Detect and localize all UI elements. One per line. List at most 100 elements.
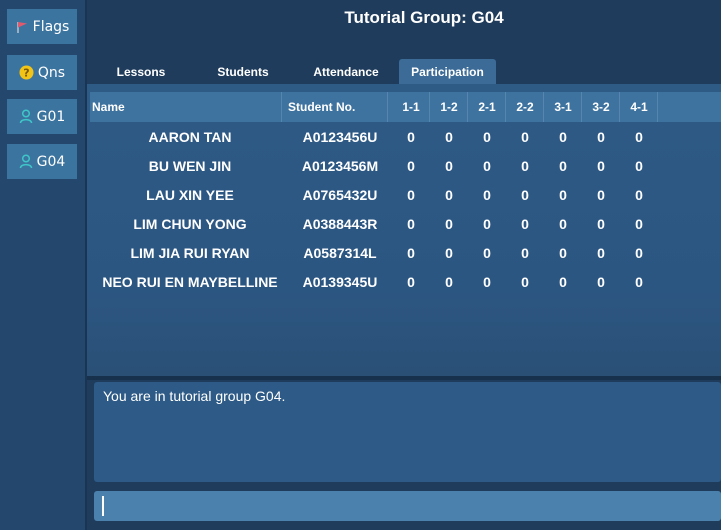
student-number: A0765432U bbox=[302, 186, 378, 203]
score-cell: 0 bbox=[521, 157, 529, 174]
score-cell: 0 bbox=[635, 273, 643, 290]
student-number: A0587314L bbox=[303, 244, 377, 261]
score-cell: 0 bbox=[483, 244, 491, 261]
bottom-panel: You are in tutorial group G04. bbox=[87, 380, 721, 530]
score-cell: 0 bbox=[597, 128, 605, 145]
person-icon bbox=[19, 109, 33, 124]
table-row[interactable]: BU WEN JIN A0123456M 0 0 0 0 0 0 0 bbox=[90, 151, 721, 180]
score-cell: 0 bbox=[559, 128, 567, 145]
tab-attendance[interactable]: Attendance bbox=[297, 59, 395, 84]
student-name: AARON TAN bbox=[148, 128, 232, 145]
tab-lessons[interactable]: Lessons bbox=[97, 59, 185, 84]
score-cell: 0 bbox=[635, 244, 643, 261]
column-separator bbox=[657, 92, 658, 122]
score-cell: 0 bbox=[483, 157, 491, 174]
result-display: You are in tutorial group G04. bbox=[94, 382, 721, 482]
score-cell: 0 bbox=[597, 186, 605, 203]
sidebar-item-label: G04 bbox=[36, 153, 66, 170]
column-header-2-1[interactable]: 2-1 bbox=[468, 92, 506, 122]
score-cell: 0 bbox=[483, 273, 491, 290]
score-cell: 0 bbox=[521, 186, 529, 203]
score-cell: 0 bbox=[521, 244, 529, 261]
column-header-1-1[interactable]: 1-1 bbox=[392, 92, 430, 122]
student-name: BU WEN JIN bbox=[148, 157, 232, 174]
sidebar-item-label: Qns bbox=[37, 64, 66, 81]
column-separator bbox=[281, 92, 282, 122]
student-number: A0123456U bbox=[302, 128, 378, 145]
score-cell: 0 bbox=[445, 244, 453, 261]
text-caret bbox=[102, 496, 104, 516]
score-cell: 0 bbox=[635, 215, 643, 232]
score-cell: 0 bbox=[559, 186, 567, 203]
result-message: You are in tutorial group G04. bbox=[103, 388, 286, 404]
sidebar: Flags ? Qns G01 G04 bbox=[0, 0, 85, 530]
column-header-4-1[interactable]: 4-1 bbox=[620, 92, 658, 122]
score-cell: 0 bbox=[445, 273, 453, 290]
student-name: LIM CHUN YONG bbox=[133, 215, 247, 232]
score-cell: 0 bbox=[559, 157, 567, 174]
sidebar-item-label: G01 bbox=[36, 108, 66, 125]
score-cell: 0 bbox=[445, 128, 453, 145]
sidebar-item-qns[interactable]: ? Qns bbox=[7, 55, 77, 90]
score-cell: 0 bbox=[521, 215, 529, 232]
column-header-name[interactable]: Name bbox=[92, 92, 288, 122]
score-cell: 0 bbox=[559, 273, 567, 290]
svg-text:?: ? bbox=[23, 67, 29, 80]
table-row[interactable]: LIM CHUN YONG A0388443R 0 0 0 0 0 0 0 bbox=[90, 209, 721, 238]
score-cell: 0 bbox=[521, 273, 529, 290]
table-row[interactable]: LAU XIN YEE A0765432U 0 0 0 0 0 0 0 bbox=[90, 180, 721, 209]
score-cell: 0 bbox=[445, 186, 453, 203]
page-title: Tutorial Group: G04 bbox=[344, 8, 504, 27]
score-cell: 0 bbox=[445, 157, 453, 174]
score-cell: 0 bbox=[559, 215, 567, 232]
student-number: A0139345U bbox=[302, 273, 378, 290]
score-cell: 0 bbox=[407, 244, 415, 261]
score-cell: 0 bbox=[597, 273, 605, 290]
score-cell: 0 bbox=[407, 215, 415, 232]
sidebar-item-label: Flags bbox=[32, 18, 70, 35]
score-cell: 0 bbox=[597, 244, 605, 261]
score-cell: 0 bbox=[559, 244, 567, 261]
tab-participation[interactable]: Participation bbox=[399, 59, 496, 84]
student-name: NEO RUI EN MAYBELLINE bbox=[102, 273, 278, 290]
person-icon bbox=[19, 154, 33, 169]
score-cell: 0 bbox=[597, 215, 605, 232]
score-cell: 0 bbox=[483, 186, 491, 203]
score-cell: 0 bbox=[445, 215, 453, 232]
column-header-1-2[interactable]: 1-2 bbox=[430, 92, 468, 122]
score-cell: 0 bbox=[597, 157, 605, 174]
column-header-3-1[interactable]: 3-1 bbox=[544, 92, 582, 122]
table-row[interactable]: NEO RUI EN MAYBELLINE A0139345U 0 0 0 0 … bbox=[90, 267, 721, 296]
header: Tutorial Group: G04 bbox=[87, 0, 721, 58]
score-cell: 0 bbox=[407, 128, 415, 145]
score-cell: 0 bbox=[483, 215, 491, 232]
score-cell: 0 bbox=[635, 186, 643, 203]
column-header-student-no[interactable]: Student No. bbox=[288, 92, 392, 122]
sidebar-item-flags[interactable]: Flags bbox=[7, 9, 77, 44]
column-header-2-2[interactable]: 2-2 bbox=[506, 92, 544, 122]
score-cell: 0 bbox=[635, 157, 643, 174]
flag-icon bbox=[15, 20, 29, 34]
student-name: LAU XIN YEE bbox=[146, 186, 234, 203]
question-icon: ? bbox=[19, 65, 34, 80]
tab-bar: Lessons Students Attendance Participatio… bbox=[87, 58, 721, 84]
score-cell: 0 bbox=[483, 128, 491, 145]
student-number: A0388443R bbox=[302, 215, 378, 232]
score-cell: 0 bbox=[521, 128, 529, 145]
tab-students[interactable]: Students bbox=[194, 59, 292, 84]
student-number: A0123456M bbox=[301, 157, 379, 174]
sidebar-item-g04[interactable]: G04 bbox=[7, 144, 77, 179]
table-row[interactable]: AARON TAN A0123456U 0 0 0 0 0 0 0 bbox=[90, 122, 721, 151]
table-header: Name Student No. 1-1 1-2 2-1 2-2 3-1 3-2… bbox=[90, 92, 721, 122]
sidebar-item-g01[interactable]: G01 bbox=[7, 99, 77, 134]
column-separator bbox=[387, 92, 388, 122]
column-header-3-2[interactable]: 3-2 bbox=[582, 92, 620, 122]
participation-table: Name Student No. 1-1 1-2 2-1 2-2 3-1 3-2… bbox=[87, 84, 721, 376]
student-name: LIM JIA RUI RYAN bbox=[130, 244, 250, 261]
score-cell: 0 bbox=[635, 128, 643, 145]
score-cell: 0 bbox=[407, 157, 415, 174]
score-cell: 0 bbox=[407, 186, 415, 203]
score-cell: 0 bbox=[407, 273, 415, 290]
command-input[interactable] bbox=[94, 491, 721, 521]
table-row[interactable]: LIM JIA RUI RYAN A0587314L 0 0 0 0 0 0 0 bbox=[90, 238, 721, 267]
